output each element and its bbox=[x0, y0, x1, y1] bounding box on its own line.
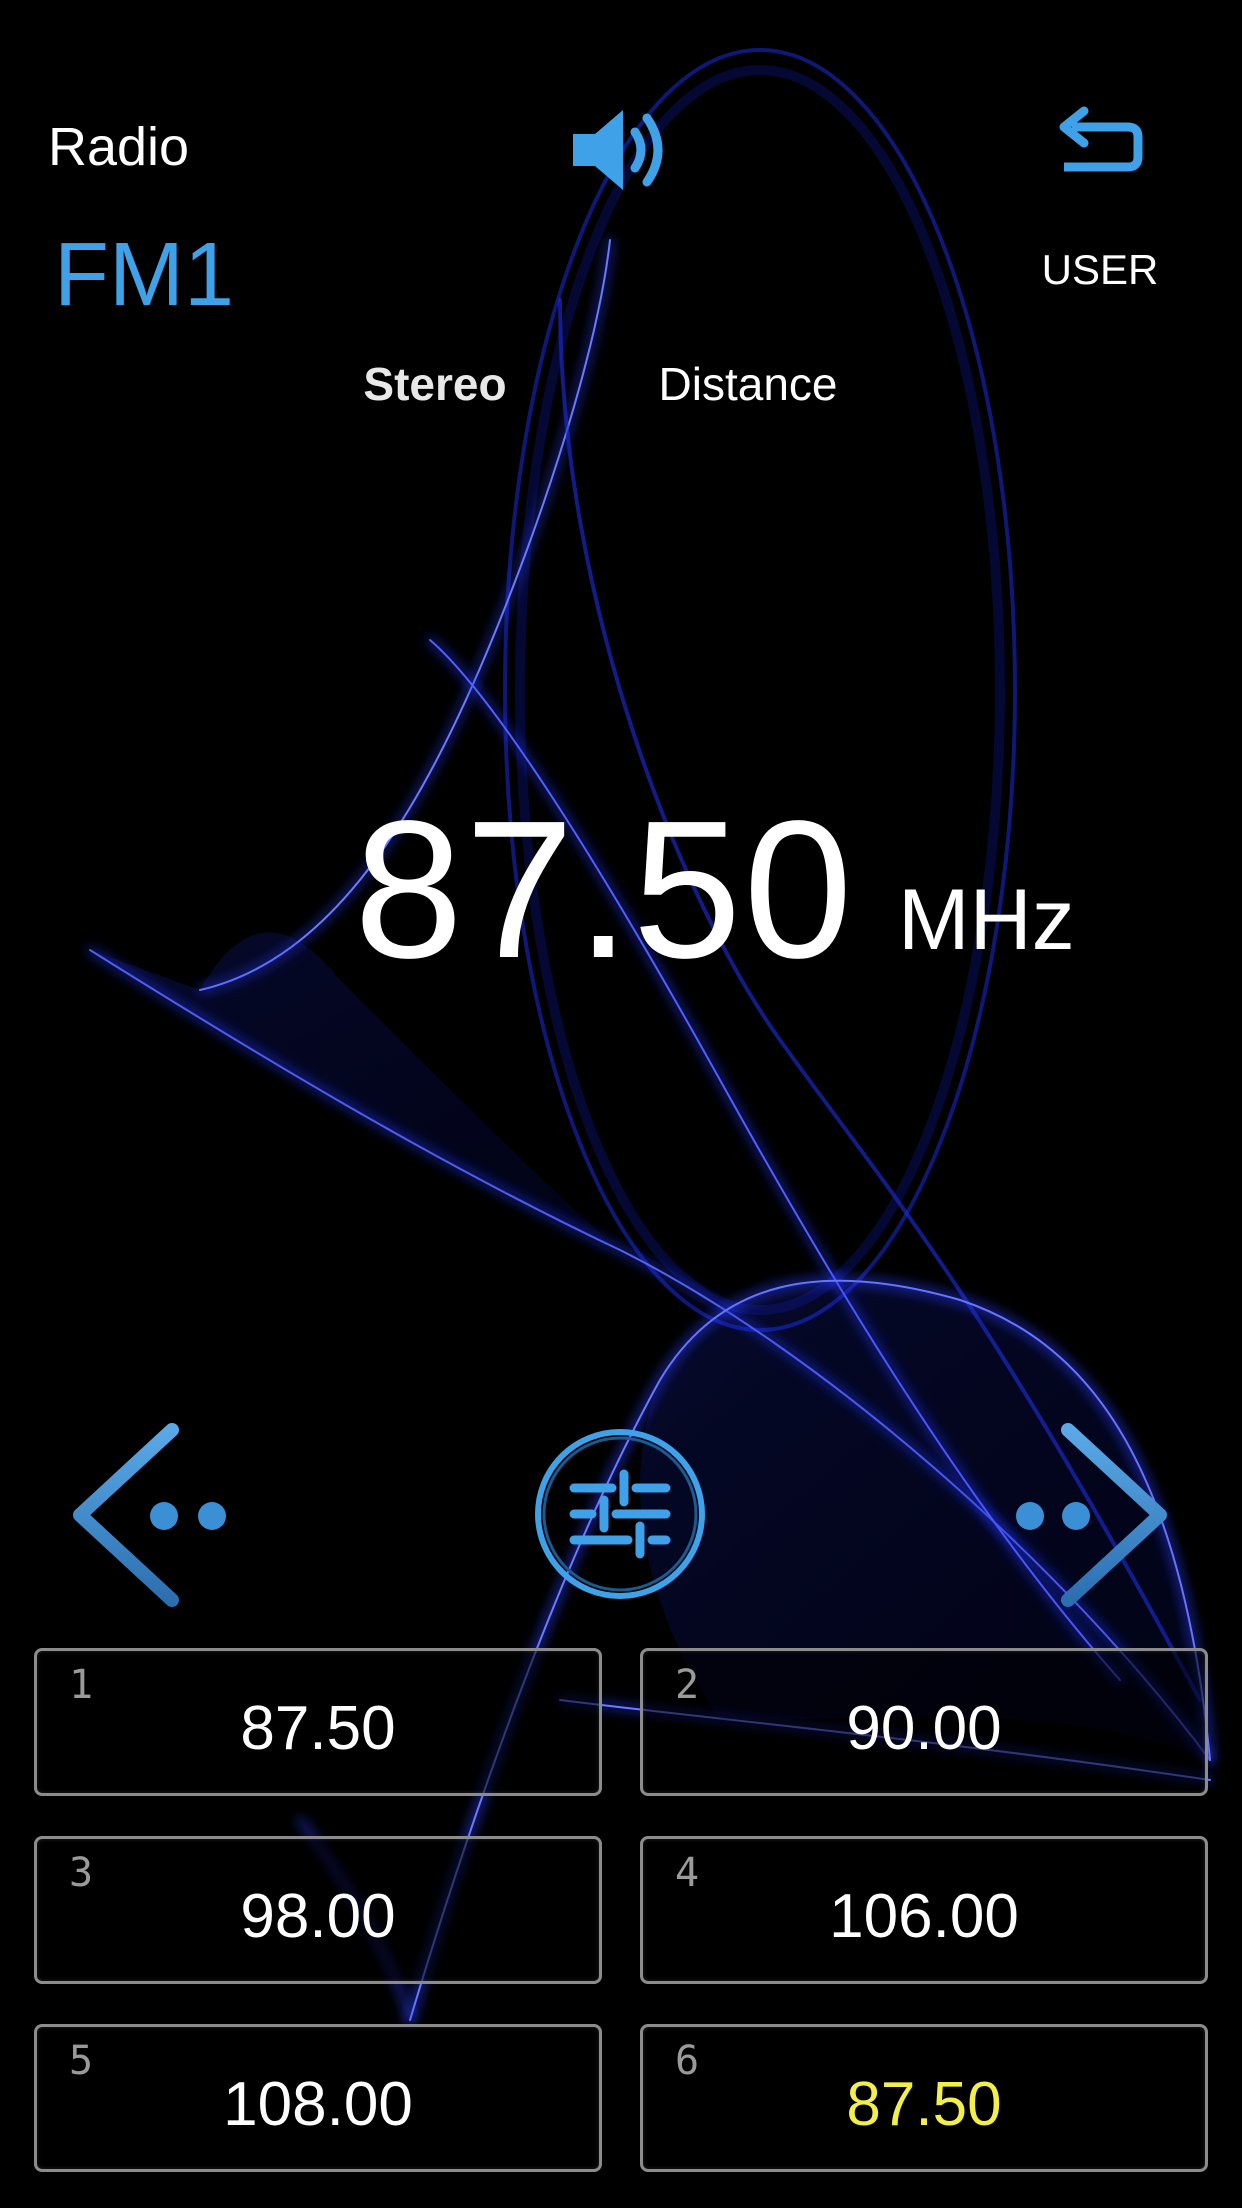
seek-next-button[interactable] bbox=[1000, 1420, 1180, 1610]
seek-next-icon bbox=[1016, 1423, 1167, 1607]
preset-button-4[interactable]: 4 106.00 bbox=[640, 1836, 1208, 1984]
preset-button-6[interactable]: 6 87.50 bbox=[640, 2024, 1208, 2172]
band-label[interactable]: FM1 bbox=[54, 220, 234, 330]
preset-button-1[interactable]: 1 87.50 bbox=[34, 1648, 602, 1796]
distance-indicator[interactable]: Distance bbox=[618, 356, 878, 412]
equalizer-sliders-icon bbox=[535, 1429, 705, 1599]
preset-frequency: 87.50 bbox=[240, 1694, 396, 1763]
volume-button[interactable] bbox=[565, 100, 675, 200]
user-eq-label[interactable]: USER bbox=[1020, 244, 1180, 296]
preset-frequency: 90.00 bbox=[846, 1694, 1002, 1763]
seek-previous-button[interactable] bbox=[60, 1420, 240, 1610]
stereo-indicator: Stereo bbox=[363, 358, 507, 410]
preset-button-2[interactable]: 2 90.00 bbox=[640, 1648, 1208, 1796]
preset-frequency: 106.00 bbox=[829, 1882, 1019, 1951]
app-title: Radio bbox=[48, 117, 190, 177]
preset-button-3[interactable]: 3 98.00 bbox=[34, 1836, 602, 1984]
preset-frequency: 108.00 bbox=[223, 2070, 413, 2139]
return-arrow-icon bbox=[1059, 106, 1143, 172]
frequency-display: 87.50 MHz bbox=[0, 790, 1242, 990]
current-frequency: 87.50 bbox=[354, 780, 855, 999]
equalizer-button[interactable] bbox=[532, 1426, 708, 1602]
seek-previous-icon bbox=[73, 1423, 226, 1607]
frequency-unit: MHz bbox=[898, 872, 1075, 968]
speaker-volume-icon bbox=[573, 110, 663, 190]
preset-frequency: 87.50 bbox=[846, 2070, 1002, 2139]
preset-frequency: 98.00 bbox=[240, 1882, 396, 1951]
back-button[interactable] bbox=[1050, 105, 1150, 190]
radio-app: Radio FM1 USER Stereo Distance 87.50 MHz bbox=[0, 0, 1242, 2208]
preset-button-5[interactable]: 5 108.00 bbox=[34, 2024, 602, 2172]
